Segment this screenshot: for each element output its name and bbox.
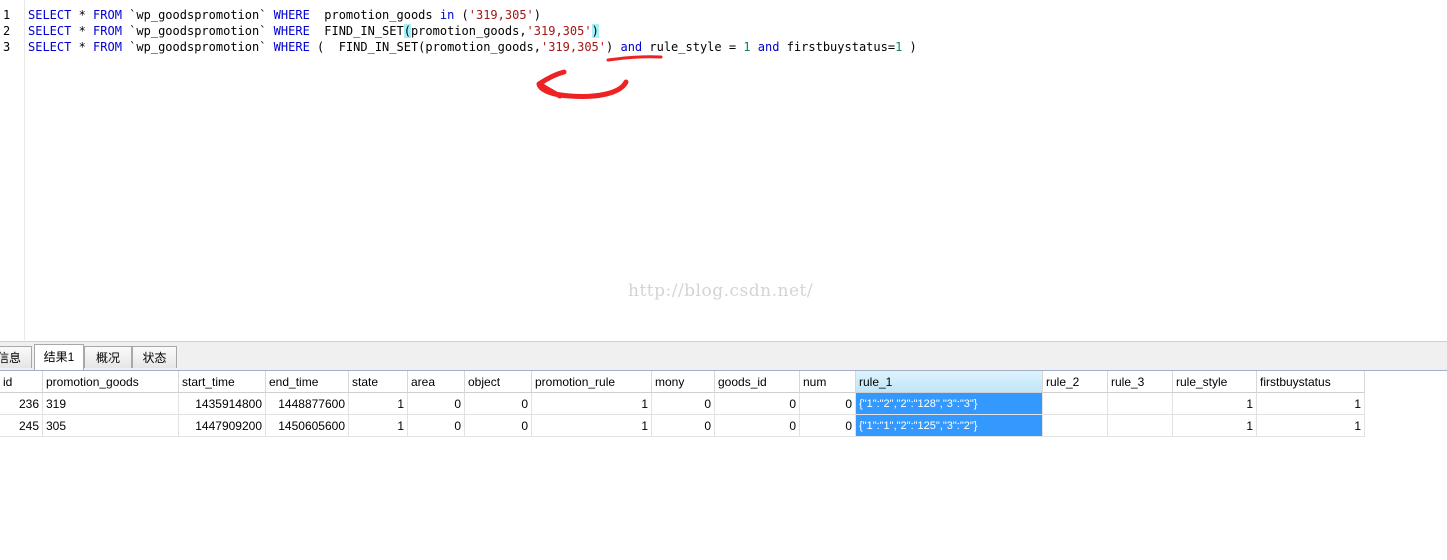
code-line[interactable]: SELECT * FROM `wp_goodspromotion` WHERE … [28,7,541,23]
sql-keyword: WHERE [273,24,310,38]
sql-token: promotion_goods, [410,24,527,38]
sql-keyword: WHERE [273,40,310,54]
sql-token: firstbuystatus= [779,40,896,54]
sql-token: promotion_goods [309,8,440,22]
sql-token: ) [902,40,917,54]
table-cell-rule-2[interactable] [1043,393,1108,415]
table-cell-object[interactable]: 0 [465,415,532,437]
sql-keyword: in [439,8,455,22]
table-cell-goods-id[interactable]: 0 [715,393,800,415]
table-cell-rule-2[interactable] [1043,415,1108,437]
sql-editor[interactable]: 1 2 3 SELECT * FROM `wp_goodspromotion` WH… [0,0,1447,340]
line-number: 1 [3,8,11,22]
table-cell-start-time[interactable]: 1435914800 [179,393,266,415]
sql-token: * [71,8,94,22]
annotation-arrow [536,69,629,99]
sql-token: `wp_goodspromotion` [121,8,274,22]
column-header-num[interactable]: num [800,371,856,393]
sql-token: ( [454,8,469,22]
table-cell-object[interactable]: 0 [465,393,532,415]
watermark: http://blog.csdn.net/ [628,281,814,301]
table-cell-id[interactable]: 236 [0,393,43,415]
sql-token: rule_style = [642,40,744,54]
sql-keyword: FROM [93,40,122,54]
column-header-firstbuystatus[interactable]: firstbuystatus [1257,371,1365,393]
sql-string: '319,305' [468,8,534,22]
table-cell-rule-1[interactable]: {"1":"1","2":"125","3":"2"} [856,415,1043,437]
line-number-gutter: 1 2 3 [0,0,25,340]
sql-keyword: and [757,40,780,54]
table-cell-goods-id[interactable]: 0 [715,415,800,437]
sql-keyword: SELECT [28,8,72,22]
table-cell-promotion-goods[interactable]: 319 [43,393,179,415]
table-cell-rule-1[interactable]: {"1":"2","2":"128","3":"3"} [856,393,1043,415]
tab-1[interactable]: 结果1 [34,344,84,370]
column-header-rule-1[interactable]: rule_1 [856,371,1043,393]
sql-keyword: FROM [93,24,122,38]
table-cell-rule-style[interactable]: 1 [1173,393,1257,415]
table-cell-mony[interactable]: 0 [652,393,715,415]
table-cell-rule-3[interactable] [1108,415,1173,437]
sql-token: ) [533,8,542,22]
table-cell-end-time[interactable]: 1448877600 [266,393,349,415]
column-header-rule-3[interactable]: rule_3 [1108,371,1173,393]
table-cell-state[interactable]: 1 [349,393,408,415]
sql-string: '319,305' [540,40,607,54]
column-header-end-time[interactable]: end_time [266,371,349,393]
code-line[interactable]: SELECT * FROM `wp_goodspromotion` WHERE … [28,23,599,39]
table-cell-promotion-goods[interactable]: 305 [43,415,179,437]
table-cell-promotion-rule[interactable]: 1 [532,393,652,415]
tab-3[interactable]: 状态 [132,346,177,368]
table-cell-num[interactable]: 0 [800,415,856,437]
tab-2[interactable]: 概况 [84,346,132,368]
table-cell-num[interactable]: 0 [800,393,856,415]
sql-keyword: WHERE [273,8,310,22]
column-header-object[interactable]: object [465,371,532,393]
sql-token: ( FIND_IN_SET(promotion_goods, [309,40,541,54]
column-header-goods-id[interactable]: goods_id [715,371,800,393]
sql-token: `wp_goodspromotion` [121,40,274,54]
sql-token: ) [606,40,621,54]
column-header-rule-2[interactable]: rule_2 [1043,371,1108,393]
column-header-mony[interactable]: mony [652,371,715,393]
sql-token: FIND_IN_SET [309,24,404,38]
sql-token: `wp_goodspromotion` [121,24,274,38]
result-tab-bar: 信息 结果1 概况 状态 [0,341,1447,371]
table-cell-start-time[interactable]: 1447909200 [179,415,266,437]
sql-token: ) [591,24,599,38]
sql-number: 1 [743,40,751,54]
column-header-rule-style[interactable]: rule_style [1173,371,1257,393]
table-cell-mony[interactable]: 0 [652,415,715,437]
sql-keyword: SELECT [28,24,72,38]
column-header-area[interactable]: area [408,371,465,393]
sql-token: ( [403,24,411,38]
sql-token: * [71,40,94,54]
sql-keyword: SELECT [28,40,72,54]
table-cell-id[interactable]: 245 [0,415,43,437]
column-header-id[interactable]: id [0,371,43,393]
table-cell-area[interactable]: 0 [408,393,465,415]
table-cell-area[interactable]: 0 [408,415,465,437]
table-cell-promotion-rule[interactable]: 1 [532,415,652,437]
column-header-state[interactable]: state [349,371,408,393]
line-number: 3 [3,40,11,54]
table-cell-state[interactable]: 1 [349,415,408,437]
annotation-underline [606,55,663,62]
code-line[interactable]: SELECT * FROM `wp_goodspromotion` WHERE … [28,39,917,55]
table-cell-firstbuystatus[interactable]: 1 [1257,393,1365,415]
column-header-promotion-rule[interactable]: promotion_rule [532,371,652,393]
sql-keyword: FROM [93,8,122,22]
line-number: 2 [3,24,11,38]
column-header-promotion-goods[interactable]: promotion_goods [43,371,179,393]
sql-token: * [71,24,94,38]
tab-0[interactable]: 信息 [0,346,32,368]
column-header-start-time[interactable]: start_time [179,371,266,393]
table-cell-firstbuystatus[interactable]: 1 [1257,415,1365,437]
sql-string: '319,305' [526,24,592,38]
table-cell-rule-3[interactable] [1108,393,1173,415]
table-cell-end-time[interactable]: 1450605600 [266,415,349,437]
sql-keyword: and [620,40,643,54]
table-cell-rule-style[interactable]: 1 [1173,415,1257,437]
